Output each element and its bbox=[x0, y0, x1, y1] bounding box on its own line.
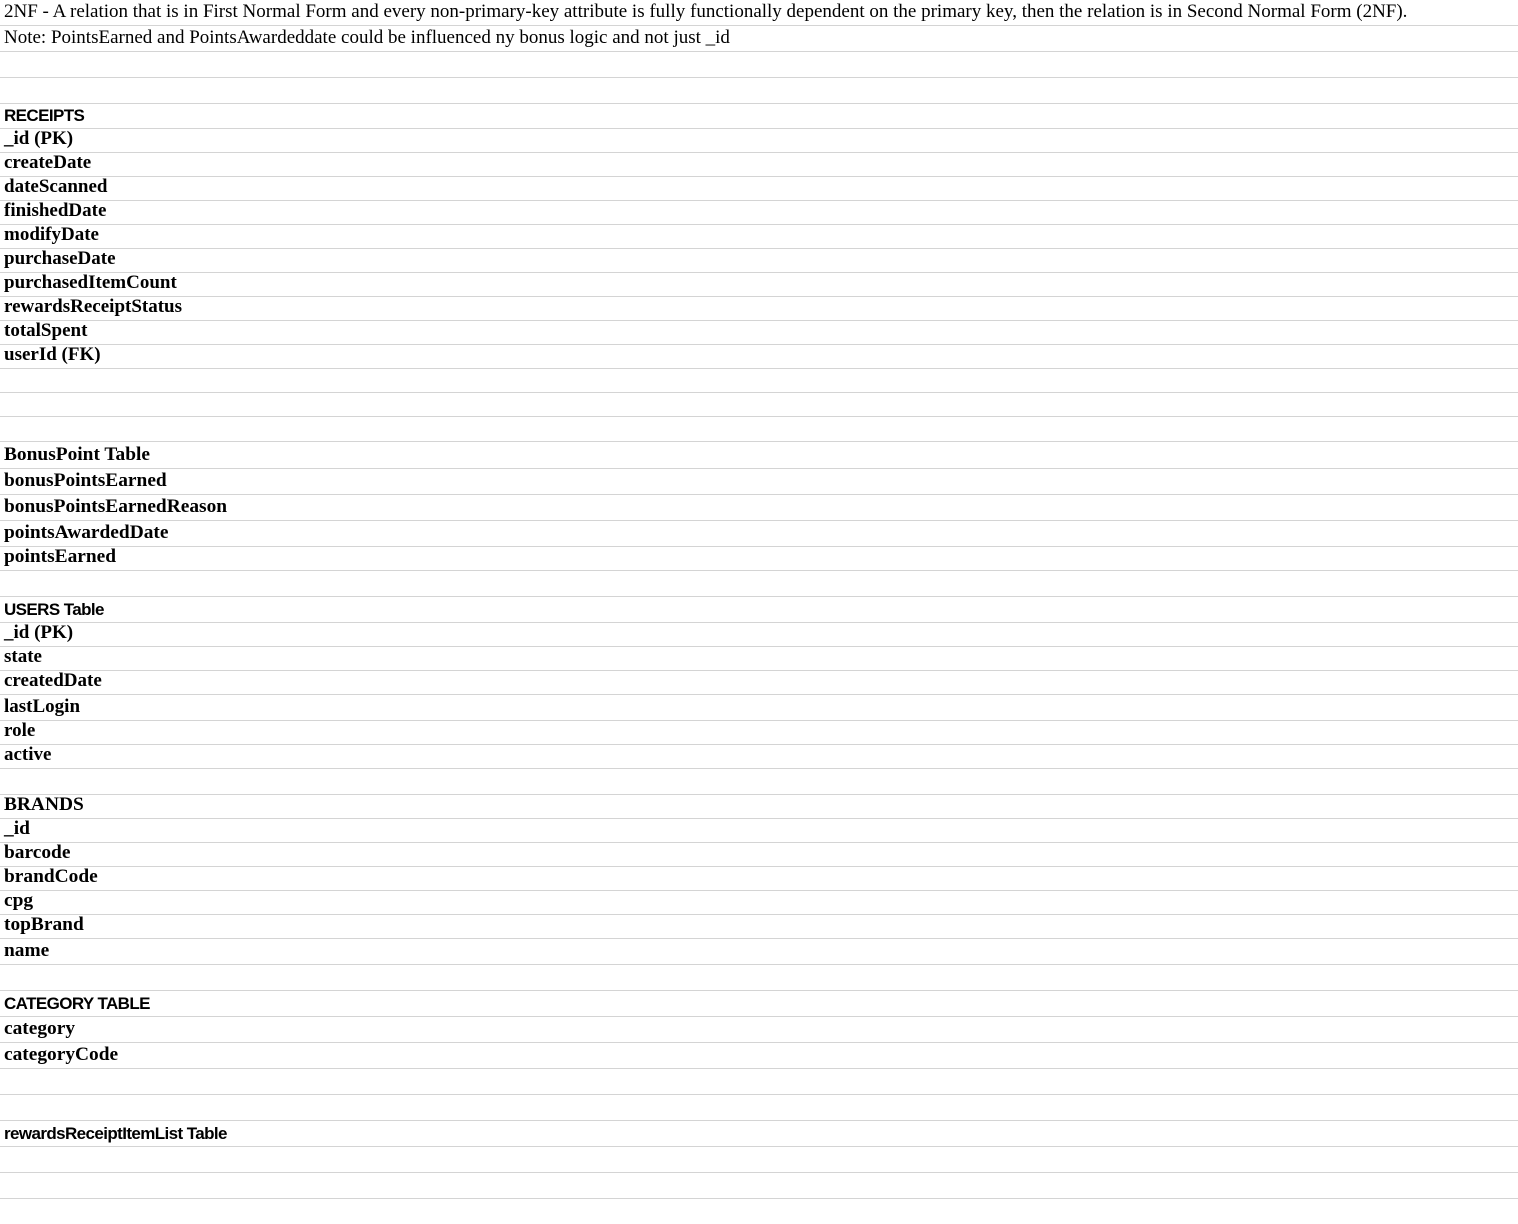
field-label: _id (PK) bbox=[4, 128, 74, 149]
field-row[interactable]: bonusPointsEarned bbox=[0, 469, 1518, 495]
field-label: brandCode bbox=[4, 866, 98, 887]
field-row[interactable]: barcode bbox=[0, 842, 1518, 867]
field-label: lastLogin bbox=[4, 696, 81, 717]
field-label: categoryCode bbox=[4, 1044, 119, 1065]
table-header-row[interactable]: BRANDS bbox=[0, 794, 1518, 819]
field-label: name bbox=[4, 940, 50, 961]
field-row[interactable]: finishedDate bbox=[0, 200, 1518, 225]
field-label: userId (FK) bbox=[4, 344, 101, 365]
field-row[interactable]: _id (PK) bbox=[0, 128, 1518, 153]
field-label: createdDate bbox=[4, 670, 102, 691]
field-row[interactable]: active bbox=[0, 744, 1518, 769]
field-row[interactable]: bonusPointsEarnedReason bbox=[0, 495, 1518, 521]
field-row[interactable]: purchasedItemCount bbox=[0, 272, 1518, 297]
field-label: dateScanned bbox=[4, 176, 108, 197]
field-row[interactable]: modifyDate bbox=[0, 224, 1518, 249]
field-row[interactable]: rewardsReceiptStatus bbox=[0, 296, 1518, 321]
field-label: bonusPointsEarnedReason bbox=[4, 496, 228, 517]
brands-header: BRANDS bbox=[4, 794, 84, 815]
field-label: pointsEarned bbox=[4, 546, 117, 567]
receipts-header: RECEIPTS bbox=[4, 106, 85, 125]
field-row[interactable]: topBrand bbox=[0, 914, 1518, 939]
category-header: CATEGORY TABLE bbox=[4, 994, 150, 1013]
field-label: totalSpent bbox=[4, 320, 88, 341]
bonus-point-header: BonusPoint Table bbox=[4, 444, 151, 465]
field-row[interactable]: _id (PK) bbox=[0, 622, 1518, 647]
field-row[interactable]: pointsEarned bbox=[0, 546, 1518, 571]
field-label: purchaseDate bbox=[4, 248, 116, 269]
field-row[interactable]: userId (FK) bbox=[0, 344, 1518, 369]
rewards-item-list-header: rewardsReceiptItemList Table bbox=[4, 1124, 227, 1143]
empty-row[interactable] bbox=[0, 571, 1518, 597]
field-row[interactable]: cpg bbox=[0, 890, 1518, 915]
empty-row[interactable] bbox=[0, 1095, 1518, 1121]
field-label: topBrand bbox=[4, 914, 84, 935]
field-label: barcode bbox=[4, 842, 71, 863]
empty-row[interactable] bbox=[0, 52, 1518, 78]
table-header-row[interactable]: CATEGORY TABLE bbox=[0, 991, 1518, 1017]
field-label: purchasedItemCount bbox=[4, 272, 177, 293]
field-row[interactable]: role bbox=[0, 720, 1518, 745]
empty-row[interactable] bbox=[0, 1147, 1518, 1173]
empty-row[interactable] bbox=[0, 1173, 1518, 1199]
field-row[interactable]: pointsAwardedDate bbox=[0, 521, 1518, 547]
sheet-row[interactable]: 2NF - A relation that is in First Normal… bbox=[0, 0, 1518, 26]
field-label: modifyDate bbox=[4, 224, 99, 245]
empty-row[interactable] bbox=[0, 1199, 1518, 1224]
field-label: _id (PK) bbox=[4, 622, 74, 643]
table-header-row[interactable]: USERS Table bbox=[0, 597, 1518, 623]
field-row[interactable]: categoryCode bbox=[0, 1043, 1518, 1069]
field-row[interactable]: purchaseDate bbox=[0, 248, 1518, 273]
field-label: createDate bbox=[4, 152, 92, 173]
table-header-row[interactable]: BonusPoint Table bbox=[0, 442, 1518, 469]
field-label: state bbox=[4, 646, 42, 667]
field-row[interactable]: category bbox=[0, 1017, 1518, 1043]
field-row[interactable]: brandCode bbox=[0, 866, 1518, 891]
empty-row[interactable] bbox=[0, 393, 1518, 417]
field-row[interactable]: lastLogin bbox=[0, 695, 1518, 721]
field-label: bonusPointsEarned bbox=[4, 470, 167, 491]
field-label: pointsAwardedDate bbox=[4, 522, 169, 543]
empty-row[interactable] bbox=[0, 78, 1518, 104]
sheet-row[interactable]: Note: PointsEarned and PointsAwardeddate… bbox=[0, 26, 1518, 52]
field-label: _id bbox=[4, 818, 30, 839]
field-label: finishedDate bbox=[4, 200, 107, 221]
field-label: active bbox=[4, 744, 52, 765]
field-row[interactable]: _id bbox=[0, 818, 1518, 843]
field-row[interactable]: dateScanned bbox=[0, 176, 1518, 201]
empty-row[interactable] bbox=[0, 369, 1518, 393]
empty-row[interactable] bbox=[0, 1069, 1518, 1095]
note-text: Note: PointsEarned and PointsAwardeddate… bbox=[4, 27, 730, 48]
empty-row[interactable] bbox=[0, 417, 1518, 442]
field-row[interactable]: createDate bbox=[0, 152, 1518, 177]
users-header: USERS Table bbox=[4, 600, 104, 619]
field-row[interactable]: state bbox=[0, 646, 1518, 671]
field-row[interactable]: createdDate bbox=[0, 670, 1518, 695]
empty-row[interactable] bbox=[0, 965, 1518, 991]
intro-text: 2NF - A relation that is in First Normal… bbox=[4, 1, 1408, 22]
field-label: cpg bbox=[4, 890, 34, 911]
empty-row[interactable] bbox=[0, 769, 1518, 795]
field-label: category bbox=[4, 1018, 76, 1039]
field-row[interactable]: totalSpent bbox=[0, 320, 1518, 345]
field-row[interactable]: name bbox=[0, 939, 1518, 965]
spreadsheet-sheet: 2NF - A relation that is in First Normal… bbox=[0, 0, 1518, 1224]
table-header-row[interactable]: RECEIPTS bbox=[0, 104, 1518, 129]
field-label: role bbox=[4, 720, 36, 741]
field-label: rewardsReceiptStatus bbox=[4, 296, 183, 317]
table-header-row[interactable]: rewardsReceiptItemList Table bbox=[0, 1121, 1518, 1147]
